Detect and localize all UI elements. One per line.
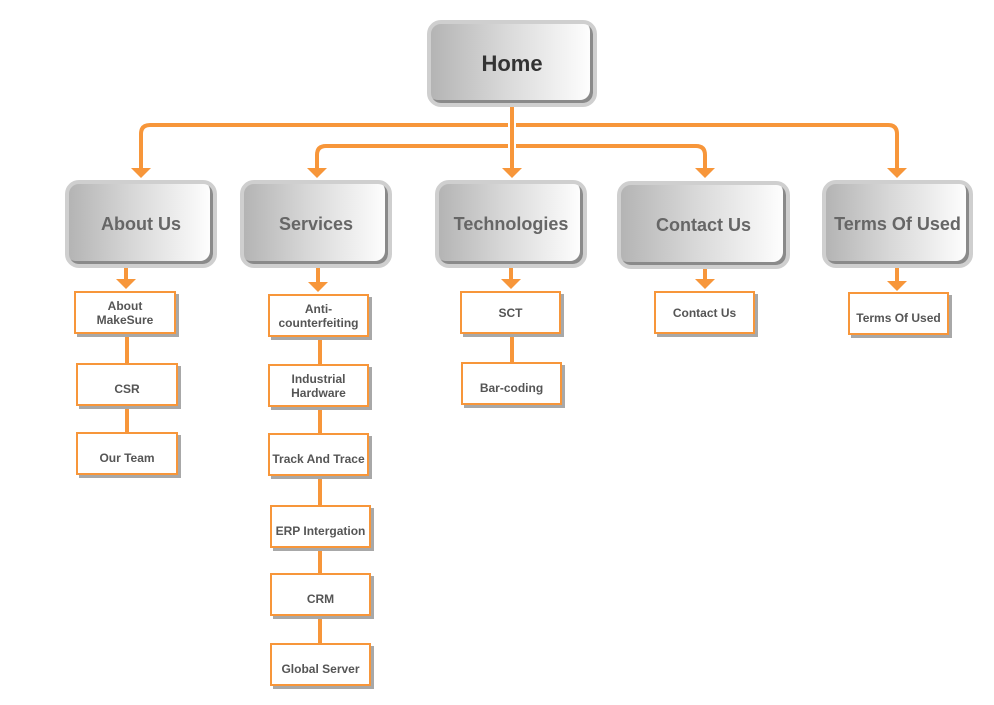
child-sct[interactable]: SCT <box>460 291 561 334</box>
node-about-us[interactable]: About Us <box>65 180 217 268</box>
arrowhead-icon <box>695 168 715 178</box>
node-technologies[interactable]: Technologies <box>435 180 587 268</box>
child-anti-counterfeiting[interactable]: Anti-counterfeiting <box>268 294 369 337</box>
arrowhead-icon <box>116 279 136 289</box>
arrowhead-icon <box>887 281 907 291</box>
child-bar-coding[interactable]: Bar-coding <box>461 362 562 405</box>
node-contact-us[interactable]: Contact Us <box>617 181 790 269</box>
connector-contact <box>516 144 707 168</box>
node-services[interactable]: Services <box>240 180 392 268</box>
child-our-team[interactable]: Our Team <box>76 432 178 475</box>
child-about-makesure[interactable]: About MakeSure <box>74 291 176 334</box>
child-contact-us[interactable]: Contact Us <box>654 291 755 334</box>
child-industrial-hardware[interactable]: Industrial Hardware <box>268 364 369 407</box>
child-crm[interactable]: CRM <box>270 573 371 616</box>
arrowhead-icon <box>307 168 327 178</box>
child-global-server[interactable]: Global Server <box>270 643 371 686</box>
child-erp-integration[interactable]: ERP Intergation <box>270 505 371 548</box>
child-track-and-trace[interactable]: Track And Trace <box>268 433 369 476</box>
arrowhead-icon <box>308 282 328 292</box>
arrowhead-icon <box>887 168 907 178</box>
node-terms-of-used[interactable]: Terms Of Used <box>822 180 973 268</box>
arrowhead-icon <box>502 168 522 178</box>
connector-services <box>315 144 508 168</box>
arrowhead-icon <box>501 279 521 289</box>
arrowhead-icon <box>695 279 715 289</box>
node-home[interactable]: Home <box>427 20 597 107</box>
child-csr[interactable]: CSR <box>76 363 178 406</box>
arrowhead-icon <box>131 168 151 178</box>
child-terms-of-used[interactable]: Terms Of Used <box>848 292 949 335</box>
